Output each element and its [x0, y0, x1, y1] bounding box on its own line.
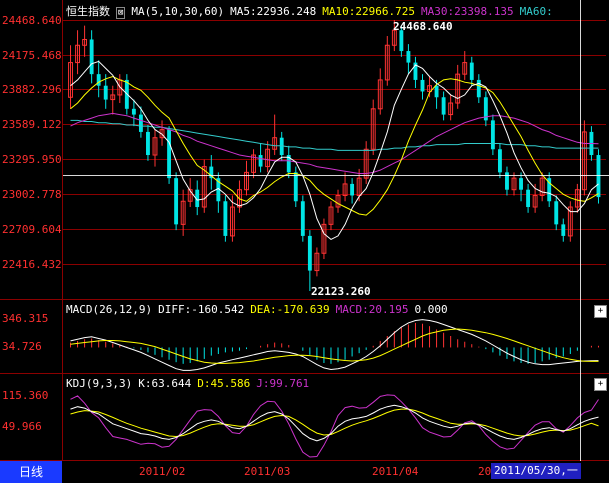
price-axis-label: 22709.604 — [2, 223, 62, 236]
macd-legend: MACD(26,12,9) DIFF:-160.542 DEA:-170.639 MA… — [66, 303, 454, 316]
macd-value: MACD:20.195 — [335, 303, 409, 316]
date-axis-label: 2011/02 — [139, 465, 186, 478]
kdj-legend: KDJ(9,3,3) K:63.644 D:45.586 J:99.761 — [66, 377, 315, 390]
candle-body-down — [131, 108, 136, 115]
candle-body-down — [350, 183, 355, 196]
candle-body-down — [167, 129, 172, 179]
date-axis-label: 20 — [478, 465, 492, 478]
kdj-axis-label: 49.966 — [2, 420, 42, 433]
price-axis-label: 24468.640 — [2, 14, 62, 27]
candle-body-down — [89, 39, 94, 75]
candle-body-down — [441, 97, 446, 115]
candle-body-down — [406, 51, 411, 63]
min-price-annotation: 22123.260 — [311, 285, 371, 298]
price-axis-label: 23589.122 — [2, 118, 62, 131]
candle-body-down — [293, 172, 298, 202]
candle-body-down — [519, 178, 523, 190]
kdj-j-value: J:99.761 — [256, 377, 310, 390]
kdj-expand-button[interactable]: + — [594, 378, 607, 391]
max-price-annotation: 24468.640 — [393, 20, 453, 33]
candle-body-down — [300, 201, 305, 236]
macd-zero-value: 0.000 — [414, 303, 448, 316]
candle-body-down — [554, 201, 559, 225]
candle-body-down — [561, 224, 566, 236]
macd-chart[interactable] — [63, 318, 606, 372]
candlestick-chart[interactable] — [63, 14, 606, 299]
crosshair-horizontal — [63, 175, 609, 176]
kdj-j-line — [70, 394, 599, 458]
panel-divider — [0, 460, 609, 461]
candle-body-down — [399, 30, 404, 52]
candle-body-down — [138, 114, 143, 132]
candle-body-down — [258, 155, 263, 167]
candle-body-down — [434, 85, 439, 98]
candle-body-down — [96, 74, 101, 86]
candle-body-down — [174, 178, 179, 225]
kdj-chart[interactable] — [63, 392, 606, 458]
macd-axis-label: 34.726 — [2, 340, 42, 353]
candle-body-down — [476, 79, 481, 98]
macd-expand-button[interactable]: + — [594, 305, 607, 318]
candle-body-down — [469, 62, 474, 80]
price-axis-label: 23295.950 — [2, 153, 62, 166]
candle-body-down — [103, 85, 108, 100]
macd-dea-line — [70, 328, 599, 364]
candle-body-down — [307, 235, 312, 271]
candle-body-down — [497, 149, 502, 173]
price-axis-label: 22416.432 — [2, 258, 62, 271]
kdj-k-value: K:63.644 — [138, 377, 192, 390]
macd-axis-label: 346.315 — [2, 312, 49, 325]
price-axis-label: 24175.468 — [2, 49, 62, 62]
panel-divider — [0, 299, 609, 300]
kdj-d-value: D:45.586 — [197, 377, 251, 390]
candle-body-down — [420, 79, 425, 92]
candle-body-down — [596, 155, 601, 198]
date-axis-label: 2011/03 — [244, 465, 291, 478]
date-axis-label: 2011/04 — [372, 465, 419, 478]
kdj-name: KDJ(9,3,3) — [66, 377, 133, 390]
cursor-date-readout: 2011/05/30,一 — [491, 463, 581, 479]
kdj-axis-label: 115.360 — [2, 389, 49, 402]
macd-diff-value: DIFF:-160.542 — [158, 303, 245, 316]
candle-body-down — [490, 120, 495, 150]
period-tab-daily[interactable]: 日线 — [0, 461, 62, 483]
candle-body-down — [146, 131, 150, 156]
macd-name: MACD(26,12,9) — [66, 303, 153, 316]
candle-body-down — [223, 201, 228, 236]
crosshair-vertical — [580, 0, 581, 461]
macd-dea-value: DEA:-170.639 — [250, 303, 330, 316]
price-axis-label: 23002.778 — [2, 188, 62, 201]
panel-divider — [0, 373, 609, 374]
candle-body-down — [526, 189, 531, 208]
price-axis-label: 23882.296 — [2, 83, 62, 96]
